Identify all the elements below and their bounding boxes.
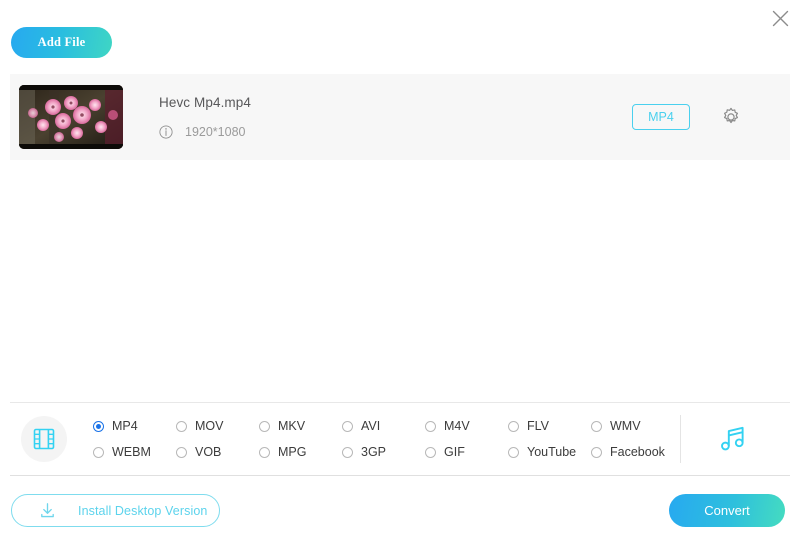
video-thumbnail	[19, 85, 123, 149]
radio-indicator	[591, 421, 602, 432]
format-label: YouTube	[527, 445, 576, 459]
file-output-format-badge[interactable]: MP4	[632, 104, 690, 130]
video-converter-window: Add File	[0, 0, 800, 535]
close-icon	[771, 9, 790, 28]
radio-indicator	[259, 447, 270, 458]
format-label: FLV	[527, 419, 549, 433]
format-label: M4V	[444, 419, 470, 433]
format-option-webm[interactable]: WEBM	[93, 445, 176, 459]
format-selection-panel: MP4 MOV MKV AVI M4V FLV	[10, 402, 790, 476]
file-subinfo: 1920*1080	[159, 125, 632, 139]
radio-indicator	[425, 447, 436, 458]
format-option-gif[interactable]: GIF	[425, 445, 508, 459]
format-label: MOV	[195, 419, 223, 433]
format-option-mpg[interactable]: MPG	[259, 445, 342, 459]
gear-icon	[720, 106, 742, 128]
format-option-flv[interactable]: FLV	[508, 419, 591, 433]
radio-indicator	[425, 421, 436, 432]
radio-indicator	[342, 447, 353, 458]
format-option-youtube[interactable]: YouTube	[508, 445, 591, 459]
radio-indicator	[591, 447, 602, 458]
format-option-mkv[interactable]: MKV	[259, 419, 342, 433]
music-note-icon	[715, 422, 749, 456]
format-option-3gp[interactable]: 3GP	[342, 445, 425, 459]
format-option-m4v[interactable]: M4V	[425, 419, 508, 433]
radio-indicator	[508, 447, 519, 458]
format-label: VOB	[195, 445, 221, 459]
install-desktop-version-button[interactable]: Install Desktop Version	[11, 494, 220, 527]
format-label: MPG	[278, 445, 306, 459]
format-option-facebook[interactable]: Facebook	[591, 445, 674, 459]
format-option-mp4[interactable]: MP4	[93, 419, 176, 433]
radio-indicator	[176, 447, 187, 458]
radio-indicator	[176, 421, 187, 432]
film-strip-icon	[31, 426, 57, 452]
add-file-button[interactable]: Add File	[11, 27, 112, 58]
format-option-avi[interactable]: AVI	[342, 419, 425, 433]
format-label: MKV	[278, 419, 305, 433]
format-option-wmv[interactable]: WMV	[591, 419, 674, 433]
format-label: WEBM	[112, 445, 151, 459]
convert-button[interactable]: Convert	[669, 494, 785, 527]
info-icon[interactable]	[159, 125, 173, 139]
format-option-vob[interactable]: VOB	[176, 445, 259, 459]
radio-indicator	[342, 421, 353, 432]
radio-indicator	[259, 421, 270, 432]
radio-indicator	[93, 421, 104, 432]
format-radio-grid: MP4 MOV MKV AVI M4V FLV	[93, 413, 674, 465]
install-button-label: Install Desktop Version	[78, 504, 207, 518]
video-format-tab[interactable]	[21, 416, 67, 462]
file-meta: Hevc Mp4.mp4 1920*1080	[159, 95, 632, 139]
audio-format-tab[interactable]	[715, 422, 749, 456]
add-file-area: Add File	[11, 27, 112, 58]
format-label: AVI	[361, 419, 380, 433]
close-button[interactable]	[766, 4, 794, 32]
format-label: 3GP	[361, 445, 386, 459]
radio-indicator	[93, 447, 104, 458]
radio-indicator	[508, 421, 519, 432]
panel-divider	[680, 415, 681, 463]
format-label: GIF	[444, 445, 465, 459]
download-icon	[38, 501, 57, 520]
format-label: WMV	[610, 419, 641, 433]
file-settings-button[interactable]	[720, 106, 742, 128]
thumbnail-image	[19, 85, 123, 149]
file-resolution: 1920*1080	[185, 125, 245, 139]
format-label: MP4	[112, 419, 138, 433]
format-option-mov[interactable]: MOV	[176, 419, 259, 433]
file-name: Hevc Mp4.mp4	[159, 95, 632, 110]
format-label: Facebook	[610, 445, 665, 459]
file-list-item[interactable]: Hevc Mp4.mp4 1920*1080 MP4	[10, 74, 790, 160]
